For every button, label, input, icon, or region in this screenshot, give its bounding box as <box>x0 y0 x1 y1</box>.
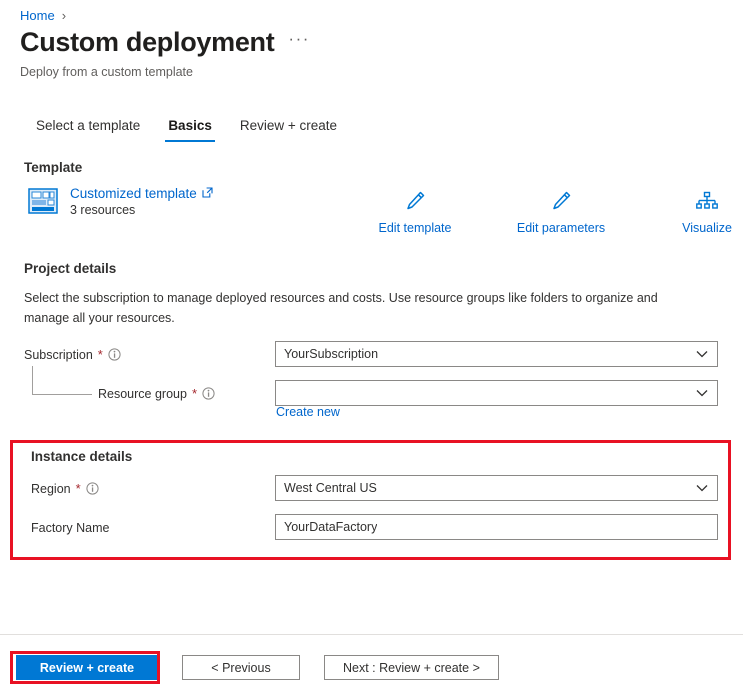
review-create-button[interactable]: Review + create <box>16 655 158 680</box>
edit-template-label: Edit template <box>378 221 452 235</box>
create-new-resource-group-link[interactable]: Create new <box>276 405 340 419</box>
tab-review-create[interactable]: Review + create <box>226 116 351 142</box>
required-asterisk: * <box>75 481 81 496</box>
page-subtitle: Deploy from a custom template <box>20 65 193 79</box>
template-thumbnail-icon <box>28 186 58 221</box>
pencil-icon <box>550 188 572 216</box>
project-details-heading: Project details <box>24 261 117 276</box>
factory-name-label: Factory Name <box>31 521 115 535</box>
region-dropdown[interactable]: West Central US <box>275 475 718 501</box>
info-icon[interactable] <box>86 482 99 495</box>
template-resource-count: 3 resources <box>70 203 136 217</box>
required-asterisk: * <box>97 347 103 362</box>
subscription-value: YourSubscription <box>284 347 379 361</box>
footer-divider <box>0 634 743 635</box>
chevron-down-icon <box>696 350 708 358</box>
required-asterisk: * <box>191 386 198 401</box>
breadcrumb-chevron-icon: › <box>61 8 67 23</box>
template-section-heading: Template <box>24 160 83 175</box>
pencil-icon <box>404 188 426 216</box>
customized-template-link[interactable]: Customized template <box>70 186 213 201</box>
edit-template-button[interactable]: Edit template <box>365 188 465 235</box>
edit-parameters-button[interactable]: Edit parameters <box>511 188 611 235</box>
info-icon[interactable] <box>202 387 215 400</box>
factory-name-input[interactable]: YourDataFactory <box>275 514 718 540</box>
template-summary: Customized template 3 resources <box>28 186 213 221</box>
chevron-down-icon <box>696 389 708 397</box>
subscription-label: Subscription * <box>24 347 121 362</box>
region-value: West Central US <box>284 481 377 495</box>
edit-parameters-label: Edit parameters <box>516 221 606 235</box>
factory-name-value: YourDataFactory <box>284 520 378 534</box>
template-actions: Edit template Edit parameters Visualize <box>365 188 743 235</box>
visualize-button[interactable]: Visualize <box>657 188 743 235</box>
instance-details-heading: Instance details <box>31 449 133 464</box>
factory-name-label-text: Factory Name <box>31 521 110 535</box>
tab-select-a-template[interactable]: Select a template <box>22 116 154 142</box>
tab-basics[interactable]: Basics <box>154 116 226 142</box>
region-label: Region * <box>31 481 99 496</box>
resource-group-dropdown[interactable] <box>275 380 718 406</box>
resource-group-label: Resource group * <box>98 386 215 401</box>
project-details-description: Select the subscription to manage deploy… <box>24 291 658 326</box>
wizard-tabs: Select a template Basics Review + create <box>22 116 351 142</box>
customized-template-label: Customized template <box>70 186 197 201</box>
visualize-label: Visualize <box>682 221 732 235</box>
region-label-text: Region <box>31 481 71 496</box>
next-button[interactable]: Next : Review + create > <box>324 655 499 680</box>
external-link-icon <box>202 186 213 201</box>
subscription-label-text: Subscription <box>24 347 93 362</box>
subscription-dropdown[interactable]: YourSubscription <box>275 341 718 367</box>
page-title: Custom deployment <box>20 27 275 57</box>
resource-group-tree-connector <box>32 366 92 395</box>
previous-button[interactable]: < Previous <box>182 655 300 680</box>
page-title-row: Custom deployment ··· <box>20 27 310 58</box>
template-text-block: Customized template 3 resources <box>70 186 213 217</box>
hierarchy-icon <box>695 188 719 216</box>
wizard-footer: Review + create < Previous Next : Review… <box>16 655 499 680</box>
breadcrumb: Home › <box>20 8 66 23</box>
breadcrumb-item-home[interactable]: Home <box>20 8 55 23</box>
chevron-down-icon <box>696 484 708 492</box>
info-icon[interactable] <box>108 348 121 361</box>
more-options-icon[interactable]: ··· <box>288 29 309 57</box>
resource-group-label-text: Resource group <box>98 386 187 401</box>
